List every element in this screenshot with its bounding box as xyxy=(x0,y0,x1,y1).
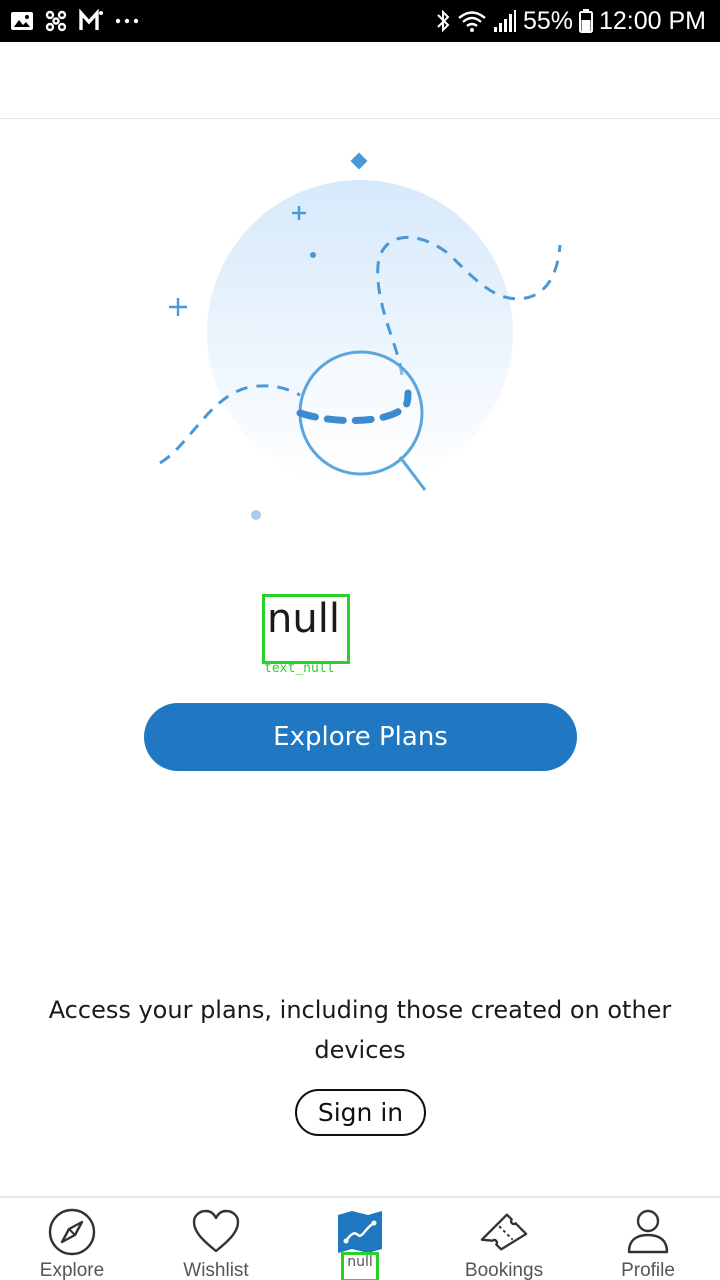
access-plans-message: Access your plans, including those creat… xyxy=(48,996,672,1064)
app-bar xyxy=(0,42,720,119)
nav-label-explore: Explore xyxy=(39,1260,105,1280)
pinwheel-icon xyxy=(44,9,68,33)
person-icon xyxy=(622,1206,674,1258)
gallery-icon xyxy=(10,10,34,32)
nav-item-bookings[interactable]: Bookings xyxy=(432,1198,576,1280)
wifi-icon xyxy=(457,9,487,33)
nav-label-profile: Profile xyxy=(621,1260,675,1280)
ticket-icon xyxy=(478,1206,530,1258)
nav-item-wishlist[interactable]: Wishlist xyxy=(144,1198,288,1280)
nav-item-plans[interactable]: null xyxy=(288,1198,432,1280)
nav-item-explore[interactable]: Explore xyxy=(0,1198,144,1280)
status-bar: 55% 12:00 PM xyxy=(0,0,720,42)
empty-state-title: null xyxy=(262,594,350,664)
heart-icon xyxy=(190,1206,242,1258)
compass-icon xyxy=(46,1206,98,1258)
nav-label-bookings: Bookings xyxy=(464,1260,544,1280)
battery-icon xyxy=(578,9,593,33)
clock: 12:00 PM xyxy=(598,6,706,35)
status-left-icons xyxy=(10,8,140,34)
map-icon xyxy=(334,1206,386,1258)
sign-in-button[interactable]: Sign in xyxy=(295,1089,426,1136)
status-right-icons: 55% 12:00 PM xyxy=(435,6,706,36)
signal-icon xyxy=(493,9,517,33)
gmail-icon xyxy=(78,9,104,33)
empty-state-title-tag: text_null xyxy=(264,661,335,676)
more-notifications-icon xyxy=(114,16,140,26)
bottom-navigation: Explore Wishlist null Bookings Profile xyxy=(0,1196,720,1280)
nav-label-plans: null xyxy=(341,1252,379,1280)
plans-illustration xyxy=(150,145,570,535)
nav-item-profile[interactable]: Profile xyxy=(576,1198,720,1280)
battery-percent: 55% xyxy=(522,6,573,35)
nav-label-wishlist: Wishlist xyxy=(183,1260,249,1280)
bluetooth-icon xyxy=(435,8,451,34)
explore-plans-button[interactable]: Explore Plans xyxy=(144,703,577,771)
